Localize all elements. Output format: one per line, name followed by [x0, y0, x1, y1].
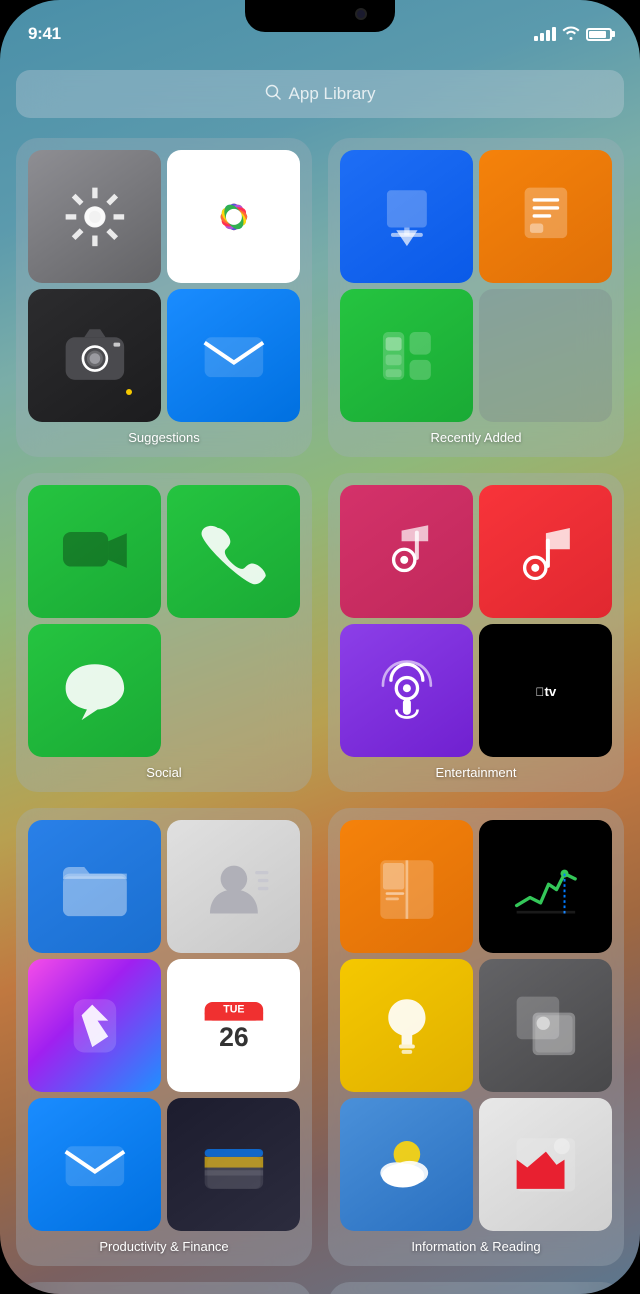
shortcuts-app-icon[interactable]: [28, 959, 161, 1092]
information-label: Information & Reading: [340, 1239, 612, 1254]
photos-app-icon[interactable]: [167, 150, 300, 283]
suggestions-folder[interactable]: Suggestions: [16, 138, 312, 457]
social-empty: [167, 624, 300, 757]
social-apps: [28, 485, 300, 757]
bottom-left-folder[interactable]: [16, 1282, 312, 1294]
files-app-icon[interactable]: [28, 820, 161, 953]
itunes-app-icon[interactable]: [340, 485, 473, 618]
app-library-content: App Library: [0, 54, 640, 1294]
contacts-app-icon[interactable]: [167, 820, 300, 953]
svg-text:tv: tv: [535, 684, 556, 699]
camera-app-icon[interactable]: [28, 289, 161, 422]
news-app-icon[interactable]: [479, 1098, 612, 1231]
productivity-label: Productivity & Finance: [28, 1239, 300, 1254]
calendar-app-icon[interactable]: 26 TUE: [167, 959, 300, 1092]
status-icons: [534, 26, 612, 43]
svg-text:TUE: TUE: [223, 1003, 244, 1015]
search-icon: [265, 84, 281, 105]
facetime-app-icon[interactable]: [28, 485, 161, 618]
suggestions-label: Suggestions: [28, 430, 300, 445]
tips-app-icon[interactable]: [340, 959, 473, 1092]
battery-icon: [586, 28, 612, 41]
entertainment-label: Entertainment: [340, 765, 612, 780]
recently-added-label: Recently Added: [340, 430, 612, 445]
preview-app-icon[interactable]: [479, 959, 612, 1092]
bottom-row: [16, 1282, 624, 1294]
search-bar[interactable]: App Library: [16, 70, 624, 118]
signal-icon: [534, 27, 556, 41]
notch: [245, 0, 395, 32]
weather-app-icon[interactable]: [340, 1098, 473, 1231]
wifi-icon: [562, 26, 580, 43]
front-camera: [355, 8, 367, 20]
social-folder[interactable]: Social: [16, 473, 312, 792]
stocks-app-icon[interactable]: [479, 820, 612, 953]
information-folder[interactable]: Information & Reading: [328, 808, 624, 1266]
app-grid: Suggestions: [16, 138, 624, 1266]
recently-added-apps: [340, 150, 612, 422]
pages-app-icon[interactable]: [479, 150, 612, 283]
podcasts-app-icon[interactable]: [340, 624, 473, 757]
mail-app-icon[interactable]: [167, 289, 300, 422]
recently-added-folder[interactable]: Recently Added: [328, 138, 624, 457]
keynote-app-icon[interactable]: [340, 150, 473, 283]
music-app-icon[interactable]: [479, 485, 612, 618]
bottom-right-folder[interactable]: [328, 1282, 624, 1294]
phone-app-icon[interactable]: [167, 485, 300, 618]
svg-text:26: 26: [219, 1021, 249, 1051]
books-app-icon[interactable]: [340, 820, 473, 953]
appletv-app-icon[interactable]: tv: [479, 624, 612, 757]
entertainment-folder[interactable]: tv Entertainment: [328, 473, 624, 792]
productivity-apps: 26 TUE: [28, 820, 300, 1231]
information-apps: [340, 820, 612, 1231]
settings-app-icon[interactable]: [28, 150, 161, 283]
social-label: Social: [28, 765, 300, 780]
wallet-app-icon[interactable]: [167, 1098, 300, 1231]
messages-app-icon[interactable]: [28, 624, 161, 757]
mail-small-app-icon[interactable]: [28, 1098, 161, 1231]
status-time: 9:41: [28, 24, 61, 44]
numbers-app-icon[interactable]: [340, 289, 473, 422]
search-placeholder: App Library: [289, 84, 376, 104]
productivity-folder[interactable]: 26 TUE: [16, 808, 312, 1266]
suggestions-apps: [28, 150, 300, 422]
entertainment-apps: tv: [340, 485, 612, 757]
empty-slot: [479, 289, 612, 422]
phone-frame: 9:41: [0, 0, 640, 1294]
